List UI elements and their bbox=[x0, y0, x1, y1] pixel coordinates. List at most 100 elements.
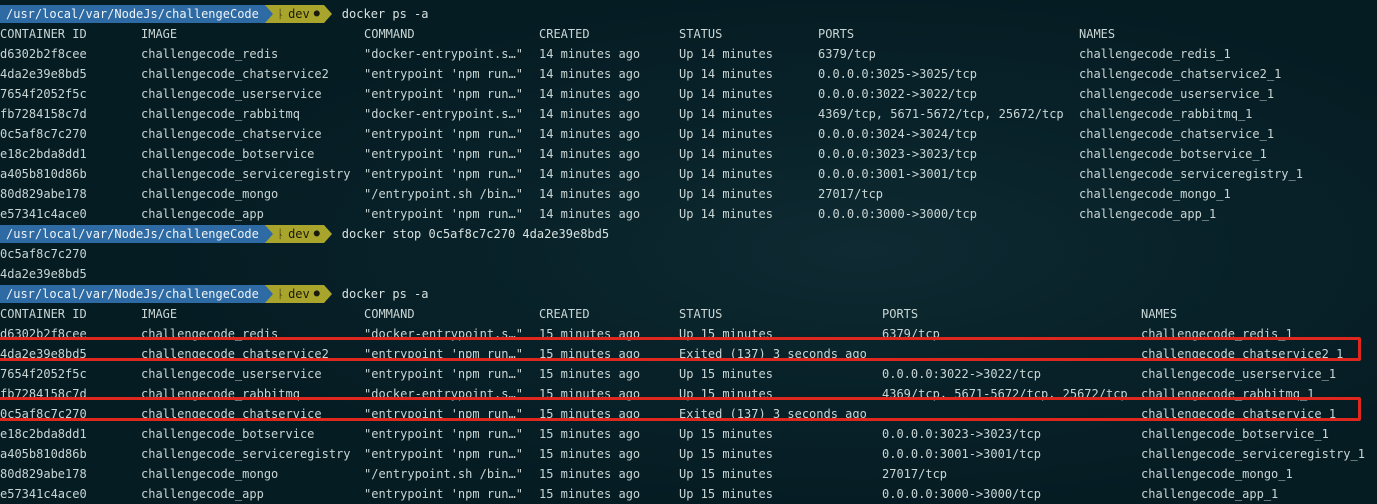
cell-ports: 0.0.0.0:3023->3023/tcp bbox=[818, 147, 977, 161]
cell-command: "entrypoint 'npm run…" bbox=[364, 147, 523, 161]
cell-command: "docker-entrypoint.s…" bbox=[364, 107, 523, 121]
cell-container-id: e18c2bda8dd1 bbox=[0, 427, 87, 441]
highlight-box bbox=[0, 337, 1361, 361]
cell-ports: 0.0.0.0:3022->3022/tcp bbox=[882, 367, 1041, 381]
stopped-container-id: 4da2e39e8bd5 bbox=[0, 267, 87, 281]
cell-container-id: a405b810d86b bbox=[0, 167, 87, 181]
cell-command: COMMAND bbox=[364, 27, 415, 41]
cell-ports: 0.0.0.0:3022->3022/tcp bbox=[818, 87, 977, 101]
cell-status: Up 14 minutes bbox=[679, 187, 773, 201]
cell-names: challengecode_chatservice2_1 bbox=[1079, 67, 1282, 81]
cell-container-id: e57341c4ace0 bbox=[0, 207, 87, 221]
cell-image: challengecode_app bbox=[141, 207, 264, 221]
cell-created: 15 minutes ago bbox=[539, 487, 641, 501]
cell-status: Up 14 minutes bbox=[679, 207, 773, 221]
cell-command: "entrypoint 'npm run…" bbox=[364, 367, 523, 381]
cell-status: Up 14 minutes bbox=[679, 107, 773, 121]
cell-image: challengecode_chatservice bbox=[141, 127, 322, 141]
cell-container-id: 7654f2052f5c bbox=[0, 87, 87, 101]
cell-names: challengecode_serviceregistry_1 bbox=[1141, 447, 1365, 461]
cell-ports: 0.0.0.0:3001->3001/tcp bbox=[818, 167, 977, 181]
cell-names: challengecode_redis_1 bbox=[1079, 47, 1231, 61]
powerline-separator-icon bbox=[264, 5, 273, 23]
cell-container-id: 4da2e39e8bd5 bbox=[0, 67, 87, 81]
cell-status: Up 14 minutes bbox=[679, 47, 773, 61]
cell-container-id: 0c5af8c7c270 bbox=[0, 127, 87, 141]
cell-ports: 0.0.0.0:3024->3024/tcp bbox=[818, 127, 977, 141]
cell-command: "entrypoint 'npm run…" bbox=[364, 127, 523, 141]
cell-ports: 0.0.0.0:3000->3000/tcp bbox=[882, 487, 1041, 501]
cell-image: challengecode_botservice bbox=[141, 147, 315, 161]
branch-name: dev bbox=[288, 7, 310, 21]
cell-image: challengecode_userservice bbox=[141, 87, 322, 101]
cell-names: challengecode_serviceregistry_1 bbox=[1079, 167, 1303, 181]
cell-container-id: 80d829abe178 bbox=[0, 467, 87, 481]
git-segment: ᚿ dev ● bbox=[272, 5, 324, 23]
shell-prompt: /usr/local/var/NodeJs/challengeCode ᚿ dev ●… bbox=[0, 224, 609, 244]
cell-created: 14 minutes ago bbox=[539, 187, 641, 201]
cell-status: Up 15 minutes bbox=[679, 467, 773, 481]
dirty-indicator-icon: ● bbox=[313, 288, 320, 299]
powerline-separator-icon bbox=[323, 5, 332, 23]
cell-names: NAMES bbox=[1079, 27, 1116, 41]
branch-name: dev bbox=[288, 287, 310, 301]
cell-ports: PORTS bbox=[882, 307, 919, 321]
cell-names: challengecode_botservice_1 bbox=[1141, 427, 1329, 441]
cell-ports: PORTS bbox=[818, 27, 855, 41]
cell-status: Up 14 minutes bbox=[679, 127, 773, 141]
cell-names: challengecode_chatservice_1 bbox=[1079, 127, 1275, 141]
cell-names: challengecode_mongo_1 bbox=[1079, 187, 1231, 201]
cell-command: "entrypoint 'npm run…" bbox=[364, 207, 523, 221]
dirty-indicator-icon: ● bbox=[313, 228, 320, 239]
cell-ports: 0.0.0.0:3023->3023/tcp bbox=[882, 427, 1041, 441]
cell-created: 15 minutes ago bbox=[539, 467, 641, 481]
cell-container-id: d6302b2f8cee bbox=[0, 47, 87, 61]
cell-names: challengecode_app_1 bbox=[1079, 207, 1217, 221]
cell-container-id: a405b810d86b bbox=[0, 447, 87, 461]
cell-ports: 0.0.0.0:3025->3025/tcp bbox=[818, 67, 977, 81]
cell-image: challengecode_botservice bbox=[141, 427, 315, 441]
cell-image: challengecode_serviceregistry bbox=[141, 167, 351, 181]
git-branch-icon: ᚿ bbox=[276, 227, 285, 241]
prompt-path: /usr/local/var/NodeJs/challengeCode bbox=[0, 225, 265, 243]
prompt-path: /usr/local/var/NodeJs/challengeCode bbox=[0, 5, 265, 23]
cell-ports: 27017/tcp bbox=[818, 187, 884, 201]
git-segment: ᚿ dev ● bbox=[272, 225, 324, 243]
terminal-window[interactable]: /usr/local/var/NodeJs/challengeCode ᚿ dev ●… bbox=[0, 0, 1377, 504]
cell-image: challengecode_serviceregistry bbox=[141, 447, 351, 461]
shell-prompt: /usr/local/var/NodeJs/challengeCode ᚿ dev ●… bbox=[0, 4, 429, 24]
cell-ports: 0.0.0.0:3001->3001/tcp bbox=[882, 447, 1041, 461]
cell-created: 15 minutes ago bbox=[539, 427, 641, 441]
cell-created: 14 minutes ago bbox=[539, 167, 641, 181]
cell-container-id: e18c2bda8dd1 bbox=[0, 147, 87, 161]
cell-command: "entrypoint 'npm run…" bbox=[364, 167, 523, 181]
cell-container-id: e57341c4ace0 bbox=[0, 487, 87, 501]
cell-status: Up 15 minutes bbox=[679, 447, 773, 461]
cell-status: Up 14 minutes bbox=[679, 87, 773, 101]
cell-container-id: fb7284158c7d bbox=[0, 107, 87, 121]
cell-container-id: CONTAINER ID bbox=[0, 307, 87, 321]
branch-name: dev bbox=[288, 227, 310, 241]
cell-container-id: CONTAINER ID bbox=[0, 27, 87, 41]
git-segment: ᚿ dev ● bbox=[272, 285, 324, 303]
cell-created: 14 minutes ago bbox=[539, 47, 641, 61]
cell-created: CREATED bbox=[539, 307, 590, 321]
cell-image: challengecode_rabbitmq bbox=[141, 107, 300, 121]
cell-created: 14 minutes ago bbox=[539, 207, 641, 221]
cell-image: IMAGE bbox=[141, 27, 178, 41]
cell-command: "entrypoint 'npm run…" bbox=[364, 67, 523, 81]
cell-created: 14 minutes ago bbox=[539, 107, 641, 121]
cell-command: "entrypoint 'npm run…" bbox=[364, 447, 523, 461]
cell-command: "/entrypoint.sh /bin…" bbox=[364, 467, 523, 481]
git-branch-icon: ᚿ bbox=[276, 287, 285, 301]
prompt-path: /usr/local/var/NodeJs/challengeCode bbox=[0, 285, 265, 303]
cell-created: 14 minutes ago bbox=[539, 67, 641, 81]
shell-prompt: /usr/local/var/NodeJs/challengeCode ᚿ dev ●… bbox=[0, 284, 429, 304]
cell-created: CREATED bbox=[539, 27, 590, 41]
cell-status: Up 15 minutes bbox=[679, 427, 773, 441]
cell-image: challengecode_mongo bbox=[141, 467, 279, 481]
command-text: docker ps -a bbox=[341, 7, 429, 21]
cell-status: STATUS bbox=[679, 27, 723, 41]
cell-command: "/entrypoint.sh /bin…" bbox=[364, 187, 523, 201]
powerline-separator-icon bbox=[323, 285, 332, 303]
